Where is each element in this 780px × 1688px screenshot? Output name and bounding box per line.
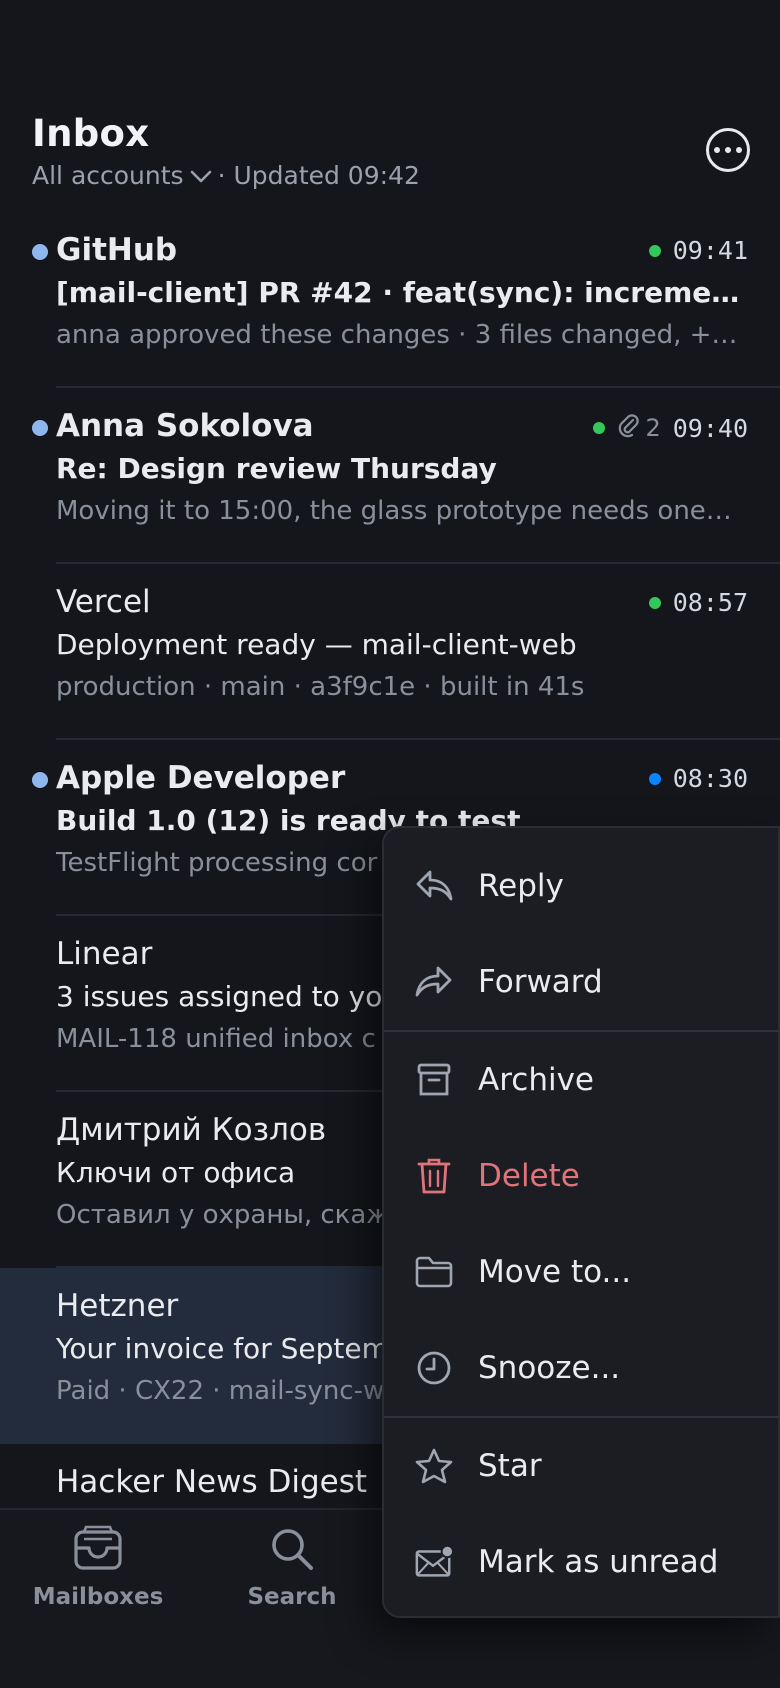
message-sender: Vercel: [56, 584, 151, 620]
message-context-menu: Reply Forward Archive Delete Move to... …: [382, 826, 780, 1618]
menu-item-label: Reply: [478, 868, 564, 904]
attachment-indicator: 2: [617, 412, 661, 444]
message-meta: 08:57: [648, 588, 748, 617]
message-time: 09:41: [672, 236, 748, 265]
menu-item-label: Archive: [478, 1062, 594, 1098]
folder-icon: [414, 1252, 454, 1292]
menu-item-mark-unread[interactable]: Mark as unread: [384, 1514, 780, 1610]
message-meta: 08:30: [648, 764, 748, 793]
message-preview: anna approved these changes · 3 files ch…: [56, 320, 740, 350]
message-row[interactable]: Vercel 08:57 Deployment ready — mail-cli…: [0, 564, 780, 740]
message-sender: Anna Sokolova: [56, 408, 314, 444]
tab-label: Mailboxes: [32, 1584, 164, 1610]
message-sender: Дмитрий Козлов: [56, 1112, 327, 1148]
message-preview: Moving it to 15:00, the glass prototype …: [56, 496, 740, 526]
menu-item-reply[interactable]: Reply: [384, 838, 780, 934]
message-sender: Hacker News Digest: [56, 1464, 368, 1500]
account-filter[interactable]: All accounts: [32, 161, 218, 190]
tab-search[interactable]: Search: [212, 1524, 372, 1610]
menu-item-label: Move to...: [478, 1254, 632, 1290]
menu-item-archive[interactable]: Archive: [384, 1032, 780, 1128]
message-sender: GitHub: [56, 232, 178, 268]
search-icon: [267, 1524, 317, 1578]
reply-icon: [414, 866, 454, 906]
menu-item-star[interactable]: Star: [384, 1418, 780, 1514]
menu-item-move[interactable]: Move to...: [384, 1224, 780, 1320]
message-time: 09:40: [672, 413, 748, 443]
message-meta: 09:41: [648, 236, 748, 265]
sync-status-dot: [648, 772, 661, 785]
message-time: 08:57: [672, 588, 748, 617]
more-options-button[interactable]: [706, 128, 750, 172]
ellipsis-icon-dot: [736, 147, 742, 153]
ellipsis-icon-dot: [714, 147, 720, 153]
message-sender: Apple Developer: [56, 760, 346, 796]
menu-item-label: Forward: [478, 964, 603, 1000]
message-time: 08:30: [672, 764, 748, 793]
archive-icon: [414, 1060, 454, 1100]
message-subject: Re: Design review Thursday: [56, 452, 497, 485]
envelope-badge-icon: [414, 1542, 454, 1582]
sync-status-dot: [648, 596, 661, 609]
menu-item-snooze[interactable]: Snooze...: [384, 1320, 780, 1416]
sync-status-dot: [648, 244, 661, 257]
message-subject: [mail-client] PR #42 · feat(sync): incre…: [56, 276, 746, 309]
sync-status-dot: [593, 422, 606, 434]
message-row[interactable]: GitHub 09:41 [mail-client] PR #42 · feat…: [0, 212, 780, 388]
updated-status: · Updated 09:42: [217, 161, 420, 190]
header-subtitle: All accounts · Updated 09:42: [32, 161, 748, 190]
page-title: Inbox: [32, 112, 150, 155]
tab-label: Search: [247, 1584, 337, 1610]
attachment-count: 2: [645, 414, 661, 442]
menu-item-delete[interactable]: Delete: [384, 1128, 780, 1224]
menu-item-label: Mark as unread: [478, 1544, 719, 1580]
menu-item-label: Star: [478, 1448, 542, 1484]
unread-indicator: [32, 772, 48, 788]
ellipsis-icon-dot: [725, 147, 731, 153]
menu-item-forward[interactable]: Forward: [384, 934, 780, 1030]
chevron-down-icon: [190, 161, 212, 190]
message-meta: 2 09:40: [593, 412, 748, 444]
inbox-header: Inbox All accounts · Updated 09:42: [32, 112, 748, 190]
account-filter-label: All accounts: [32, 161, 184, 190]
paperclip-icon: [617, 412, 640, 444]
trash-icon: [414, 1156, 454, 1196]
message-sender: Hetzner: [56, 1288, 179, 1324]
forward-icon: [414, 962, 454, 1002]
tray-icon: [72, 1524, 124, 1578]
unread-indicator: [32, 244, 48, 260]
message-preview: production · main · a3f9c1e · built in 4…: [56, 672, 585, 702]
message-sender: Linear: [56, 936, 153, 972]
menu-item-label: Delete: [478, 1158, 580, 1194]
message-subject: Deployment ready — mail-client-web: [56, 628, 577, 661]
message-row[interactable]: Anna Sokolova 2 09:40 Re: Design review …: [0, 388, 780, 564]
menu-item-label: Snooze...: [478, 1350, 621, 1386]
unread-indicator: [32, 420, 48, 436]
star-icon: [414, 1446, 454, 1486]
clock-icon: [414, 1348, 454, 1388]
tab-mailboxes[interactable]: Mailboxes: [18, 1524, 178, 1610]
